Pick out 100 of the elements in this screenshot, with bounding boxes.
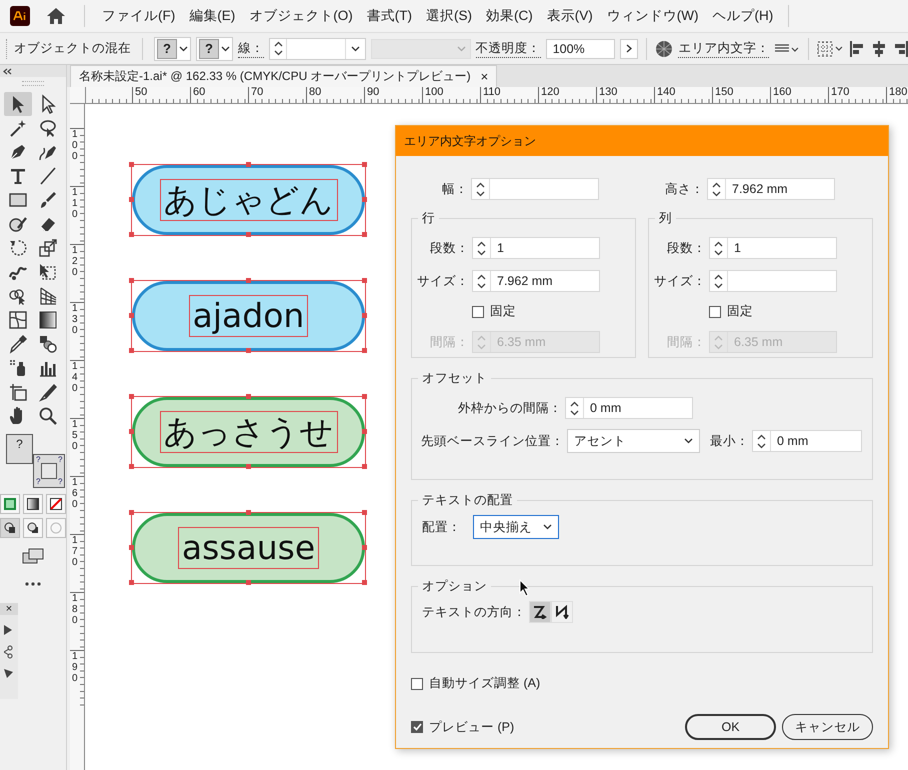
selection-handle[interactable] [362,348,367,353]
spinner-arrows-icon[interactable] [714,274,723,288]
spinner-field[interactable]: 0 mm [565,397,693,419]
selection-handle[interactable] [129,232,134,237]
selection-handle[interactable] [129,278,134,283]
menu-item[interactable]: ウィンドウ(W) [600,7,706,25]
home-icon[interactable] [46,7,66,25]
selection-handle[interactable] [246,510,251,515]
menu-item[interactable]: 書式(T) [360,7,419,25]
pill-shape[interactable]: ajadon [132,281,365,351]
pill-shape[interactable]: あっさうせ [132,397,365,467]
selection-handle[interactable] [362,429,367,434]
stroke-swatch-dropdown[interactable]: ? [196,36,233,60]
fill-swatch-dropdown[interactable]: ? [154,36,191,60]
spinner-arrows-icon[interactable] [477,274,486,288]
globe-icon[interactable] [655,40,674,58]
stroke-label[interactable]: 線： [238,40,264,58]
selection-handle[interactable] [362,232,367,237]
selection-handle[interactable] [246,464,251,469]
selection-handle[interactable] [129,394,134,399]
spinner-arrows-icon[interactable] [714,240,723,256]
shape-text[interactable]: assause [178,527,320,569]
baseline-dropdown[interactable]: アセント [567,429,700,453]
spinner-arrows-icon[interactable] [712,182,721,196]
dialog-button[interactable]: キャンセル [782,714,873,740]
color-mode-button[interactable] [0,494,20,514]
selection-handle[interactable] [129,580,134,585]
checkbox[interactable] [472,306,484,318]
selection-handle[interactable] [129,348,134,353]
collapse-icon[interactable] [3,68,12,74]
chevron-button[interactable] [620,38,638,58]
menu-item[interactable]: ヘルプ(H) [705,7,780,25]
direction-button[interactable] [551,601,573,623]
selection-handle[interactable] [362,394,367,399]
selection-handle[interactable] [362,510,367,515]
selection-handle[interactable] [129,162,134,167]
spinner-field[interactable] [709,270,837,292]
close-button[interactable]: × [480,69,488,84]
checkbox[interactable] [411,721,423,733]
close-button[interactable]: × [0,603,18,615]
none-mode-button[interactable] [46,494,66,514]
selection-handle[interactable] [246,348,251,353]
spinner-field[interactable]: 1 [709,237,837,259]
draw-behind-button[interactable] [23,518,43,538]
spinner-arrows-icon[interactable] [570,400,579,416]
selection-handle[interactable] [129,510,134,515]
pill-shape[interactable]: あじゃどん [132,165,365,235]
menu-item[interactable]: 選択(S) [419,7,479,25]
selection-handle[interactable] [129,464,134,469]
gradient-mode-button[interactable] [23,494,43,514]
selection-handle[interactable] [246,278,251,283]
spinner-arrows-icon[interactable] [477,240,486,256]
spinner-field[interactable]: 0 mm [752,430,862,452]
selection-handle[interactable] [362,464,367,469]
spinner-arrows-icon[interactable] [476,182,485,196]
align-center-icon[interactable] [871,40,888,56]
spinner-arrows-icon[interactable] [757,434,766,448]
align-right-icon[interactable] [892,40,908,56]
selection-handle[interactable] [246,394,251,399]
shape-text[interactable]: あじゃどん [160,179,338,221]
menu-item[interactable]: 編集(E) [182,7,242,25]
stroke-swatch[interactable]: ? ? ? ? [33,454,65,488]
opacity-field[interactable]: 100% [546,38,616,58]
selection-handle[interactable] [129,429,134,434]
spinner-field[interactable]: 7.962 mm [707,178,835,200]
spinner-field[interactable] [471,178,599,200]
more-icon[interactable] [25,582,41,586]
selection-handle[interactable] [362,278,367,283]
selection-handle[interactable] [362,197,367,202]
opacity-label[interactable]: 不透明度： [476,40,541,58]
alignment-dropdown[interactable]: 中央揃え [473,515,559,539]
menu-item[interactable]: ファイル(F) [95,7,182,25]
checkbox[interactable] [709,306,721,318]
area-type-label[interactable]: エリア内文字： [678,40,770,58]
draw-normal-button[interactable] [0,518,20,538]
selection-handle[interactable] [362,545,367,550]
selection-handle[interactable] [246,232,251,237]
document-tab[interactable]: 名称未設定-1.ai* @ 162.33 % (CMYK/CPU オーバープリントプレビュー) × [70,65,498,87]
selection-handle[interactable] [362,313,367,318]
selection-handle[interactable] [129,313,134,318]
menu-item[interactable]: 効果(C) [479,7,540,25]
selection-handle[interactable] [362,580,367,585]
direction-button[interactable] [529,601,551,623]
spinner-arrows-icon[interactable] [274,41,282,56]
spinner-field[interactable]: 1 [472,237,600,259]
pill-shape[interactable]: assause [132,513,365,583]
lines-dropdown-icon[interactable] [774,42,800,54]
nodes-icon[interactable] [4,645,14,659]
shape-text[interactable]: あっさうせ [160,411,338,453]
selection-handle[interactable] [246,580,251,585]
checkbox[interactable] [411,678,423,690]
dialog-button[interactable]: OK [685,714,776,740]
menu-item[interactable]: 表示(V) [540,7,600,25]
shape-text[interactable]: ajadon [188,295,308,337]
fill-swatch[interactable]: ? [6,434,33,464]
selection-handle[interactable] [129,545,134,550]
selection-handle[interactable] [362,162,367,167]
selection-handle[interactable] [129,197,134,202]
screen-mode-icon[interactable] [22,548,44,564]
menu-item[interactable]: オブジェクト(O) [242,7,360,25]
